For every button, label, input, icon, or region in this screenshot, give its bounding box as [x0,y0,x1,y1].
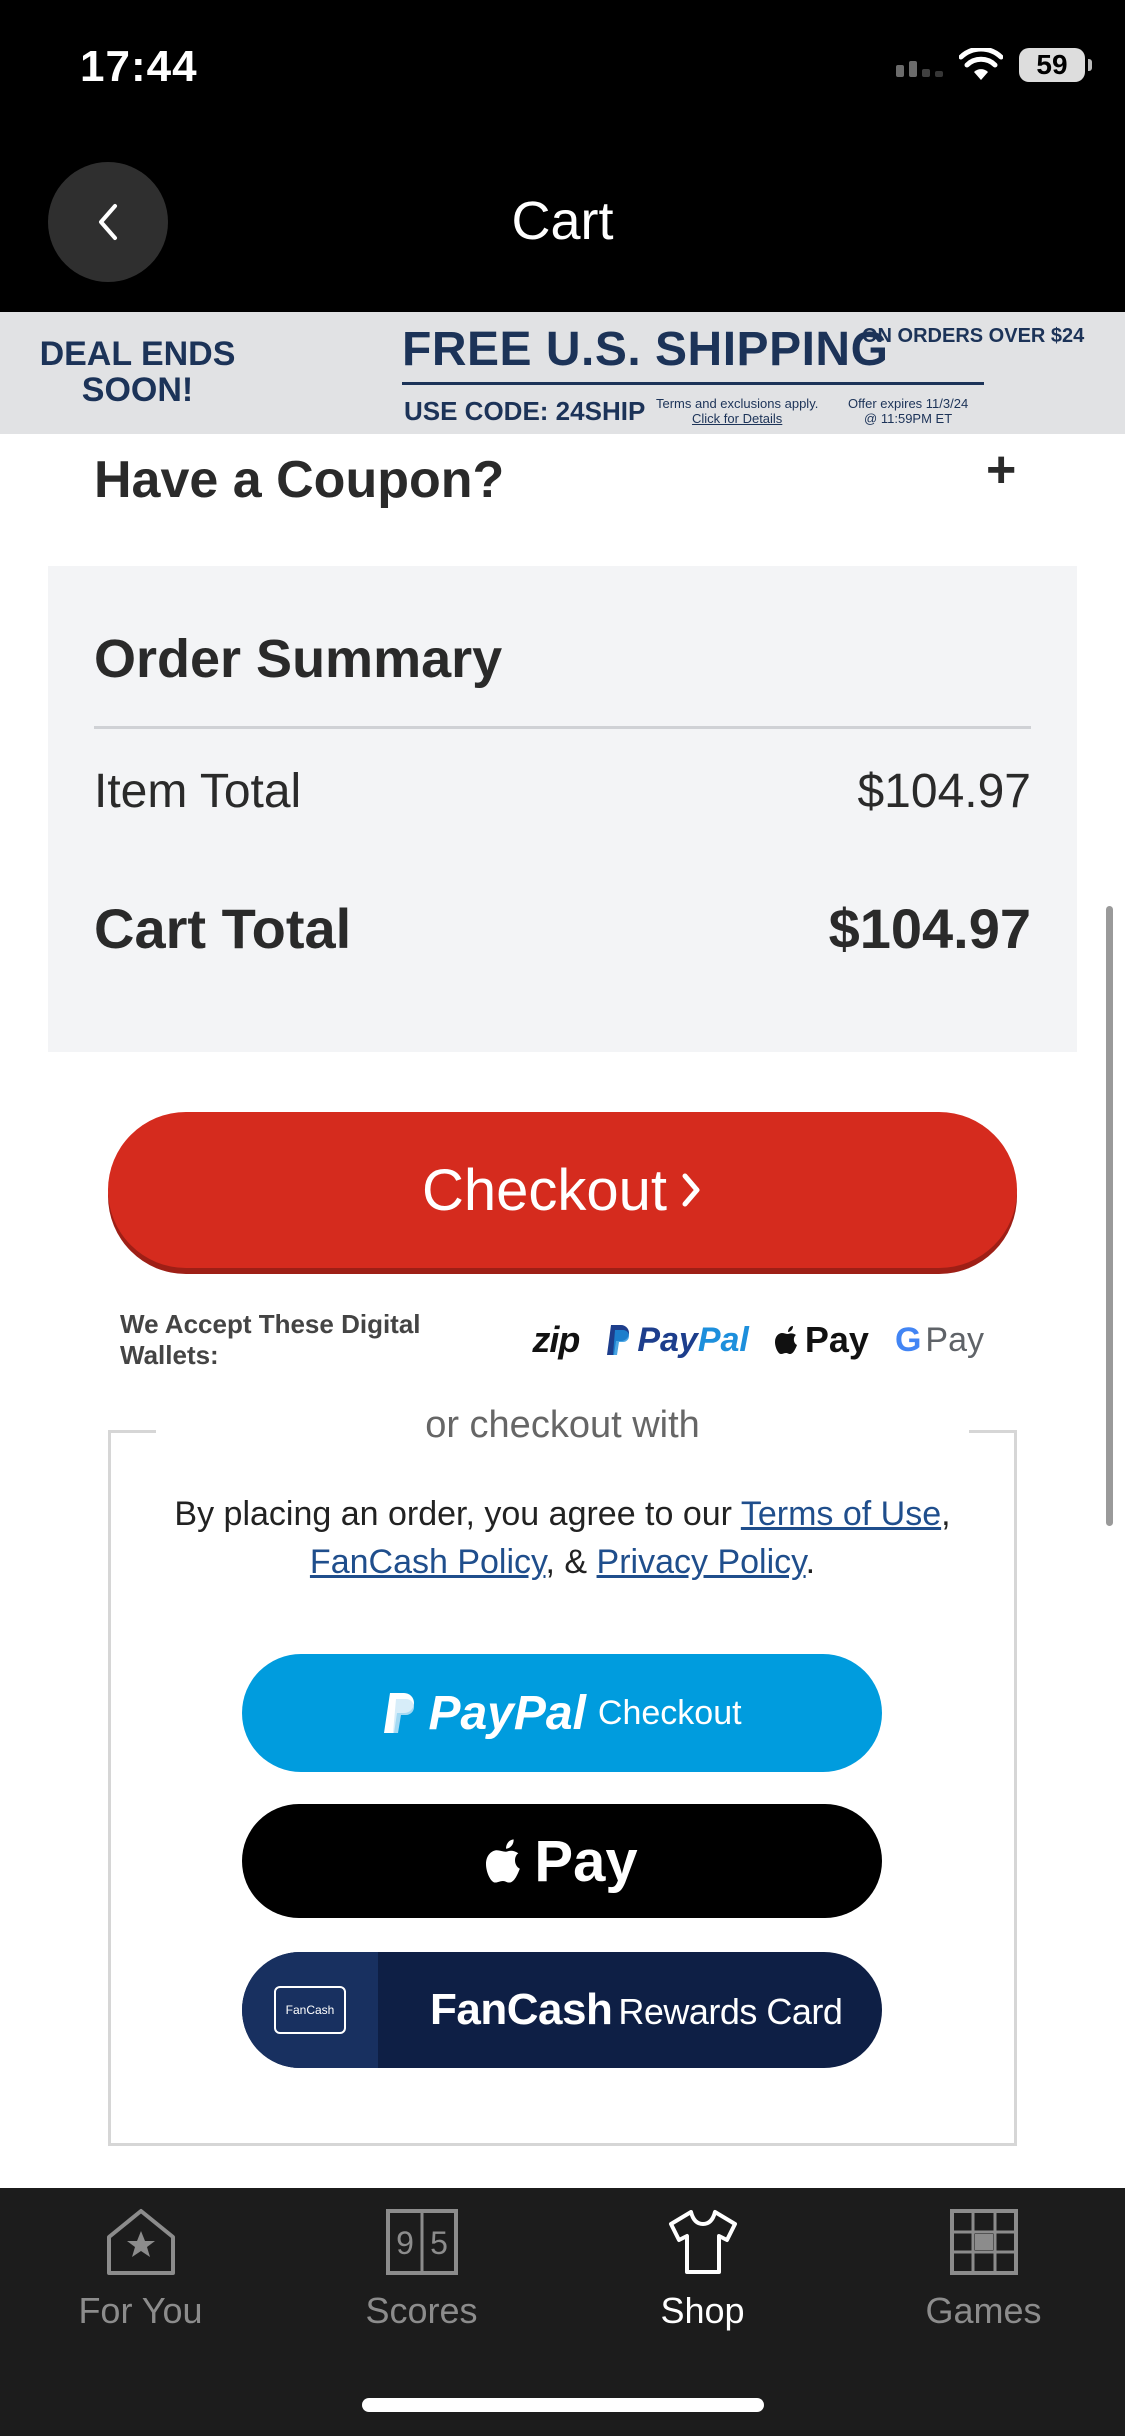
apple-pay-text: Pay [804,1319,869,1360]
top-header: Cart [0,140,1125,312]
scoreboard-icon: 9 5 [382,2202,462,2282]
privacy-policy-link[interactable]: Privacy Policy [597,1543,806,1581]
grid-icon [944,2202,1024,2282]
zip-logo-icon: zip [532,1319,580,1360]
digital-wallets-row: We Accept These Digital Wallets: zip Pay… [120,1309,1010,1370]
apple-pay-button[interactable]: Pay [242,1804,882,1918]
chevron-right-icon [682,1173,700,1207]
apple-pay-text: Pay [534,1828,638,1894]
order-summary: Order Summary Item Total $104.97 Cart To… [48,566,1077,1052]
coupon-title[interactable]: Have a Coupon? [94,450,504,510]
shirt-icon [663,2202,743,2282]
fancash-card-icon: FanCash [274,1986,346,2034]
checkout-label: Checkout [421,1157,668,1223]
fancash-wordmark: FanCash [430,1985,613,2034]
google-g-icon: G [894,1320,922,1359]
tab-label: Games [925,2290,1042,2331]
summary-divider [94,726,1031,729]
google-pay-logo-icon: G Pay [895,1321,984,1360]
status-bar: 17:44 59 [0,0,1125,140]
apple-icon [774,1326,797,1354]
promo-expiry-line2: @ 11:59PM ET [864,411,953,426]
paypal-pal-text: Pal [697,1320,749,1359]
scoreboard-digit-right: 5 [430,2225,448,2261]
promo-headline: FREE U.S. SHIPPING [402,323,889,376]
battery-icon: 59 [1019,48,1092,82]
paypal-checkout-text: Checkout [597,1693,742,1732]
google-pay-text: Pay [925,1320,984,1359]
tab-label: For You [78,2290,203,2331]
page-title: Cart [511,191,614,251]
paypal-wordmark: PayPal [428,1686,586,1740]
wallets-label: We Accept These Digital Wallets: [120,1309,421,1370]
fancash-button-text: FanCash Rewards Card [430,1985,843,2035]
promo-expiry-line1: Offer expires 11/3/24 [848,396,969,411]
status-time: 17:44 [80,42,198,91]
tab-for-you[interactable]: For You [0,2202,281,2352]
promo-expiry: Offer expires 11/3/24 @ 11:59PM ET [848,396,968,426]
signal-icon [896,53,943,77]
rewards-card-text: Rewards Card [618,1991,843,2032]
promo-orders-text: ON ORDERS OVER $24 [862,325,1085,347]
item-total-value: $104.97 [857,765,1031,818]
cart-total-label: Cart Total [94,897,352,960]
tab-scores[interactable]: 9 5 Scores [281,2202,562,2352]
promo-details-link[interactable]: Click for Details [656,411,818,426]
promo-divider [402,382,984,385]
cart-total-value: $104.97 [828,897,1031,960]
tab-games[interactable]: Games [843,2202,1124,2352]
paypal-pay-text: Pay [637,1320,698,1359]
apple-pay-logo-icon: Pay [774,1319,869,1361]
order-summary-title: Order Summary [94,629,503,689]
alt-checkout-label: or checkout with [425,1404,700,1446]
wifi-icon [959,48,1003,80]
scoreboard-digit-left: 9 [396,2225,414,2261]
status-icons: 59 [896,48,1092,82]
paypal-p-icon [384,1693,415,1733]
promo-deal-text: DEAL ENDS SOON! [39,335,236,409]
promo-code: USE CODE: 24SHIP [404,396,646,426]
paypal-logo-icon: Pay Pal [605,1321,749,1360]
home-indicator[interactable] [362,2398,764,2412]
fancash-card-panel: FanCash [242,1952,378,2068]
terms-of-use-link[interactable]: Terms of Use [741,1495,941,1533]
coupon-expand-icon[interactable]: + [986,440,1016,500]
apple-icon [486,1839,521,1883]
checkout-button[interactable]: Checkout [108,1112,1017,1268]
item-total-label: Item Total [94,765,302,818]
fancash-rewards-card-button[interactable]: FanCash FanCash Rewards Card [242,1952,882,2068]
fancash-policy-link[interactable]: FanCash Policy [310,1543,546,1581]
promo-banner[interactable]: DEAL ENDS SOON! FREE U.S. SHIPPING ON OR… [0,312,1125,434]
promo-terms: Terms and exclusions apply. Click for De… [656,396,818,426]
promo-terms-text: Terms and exclusions apply. [656,396,819,411]
tab-shop[interactable]: Shop [562,2202,843,2352]
tab-label: Shop [660,2290,745,2331]
tab-label: Scores [365,2290,478,2331]
paypal-p-icon [607,1325,630,1355]
house-star-icon [101,2202,181,2282]
order-agreement-text: By placing an order, you agree to our Te… [174,1495,951,1581]
scroll-indicator[interactable] [1106,906,1113,1526]
paypal-checkout-button[interactable]: PayPal Checkout [242,1654,882,1772]
